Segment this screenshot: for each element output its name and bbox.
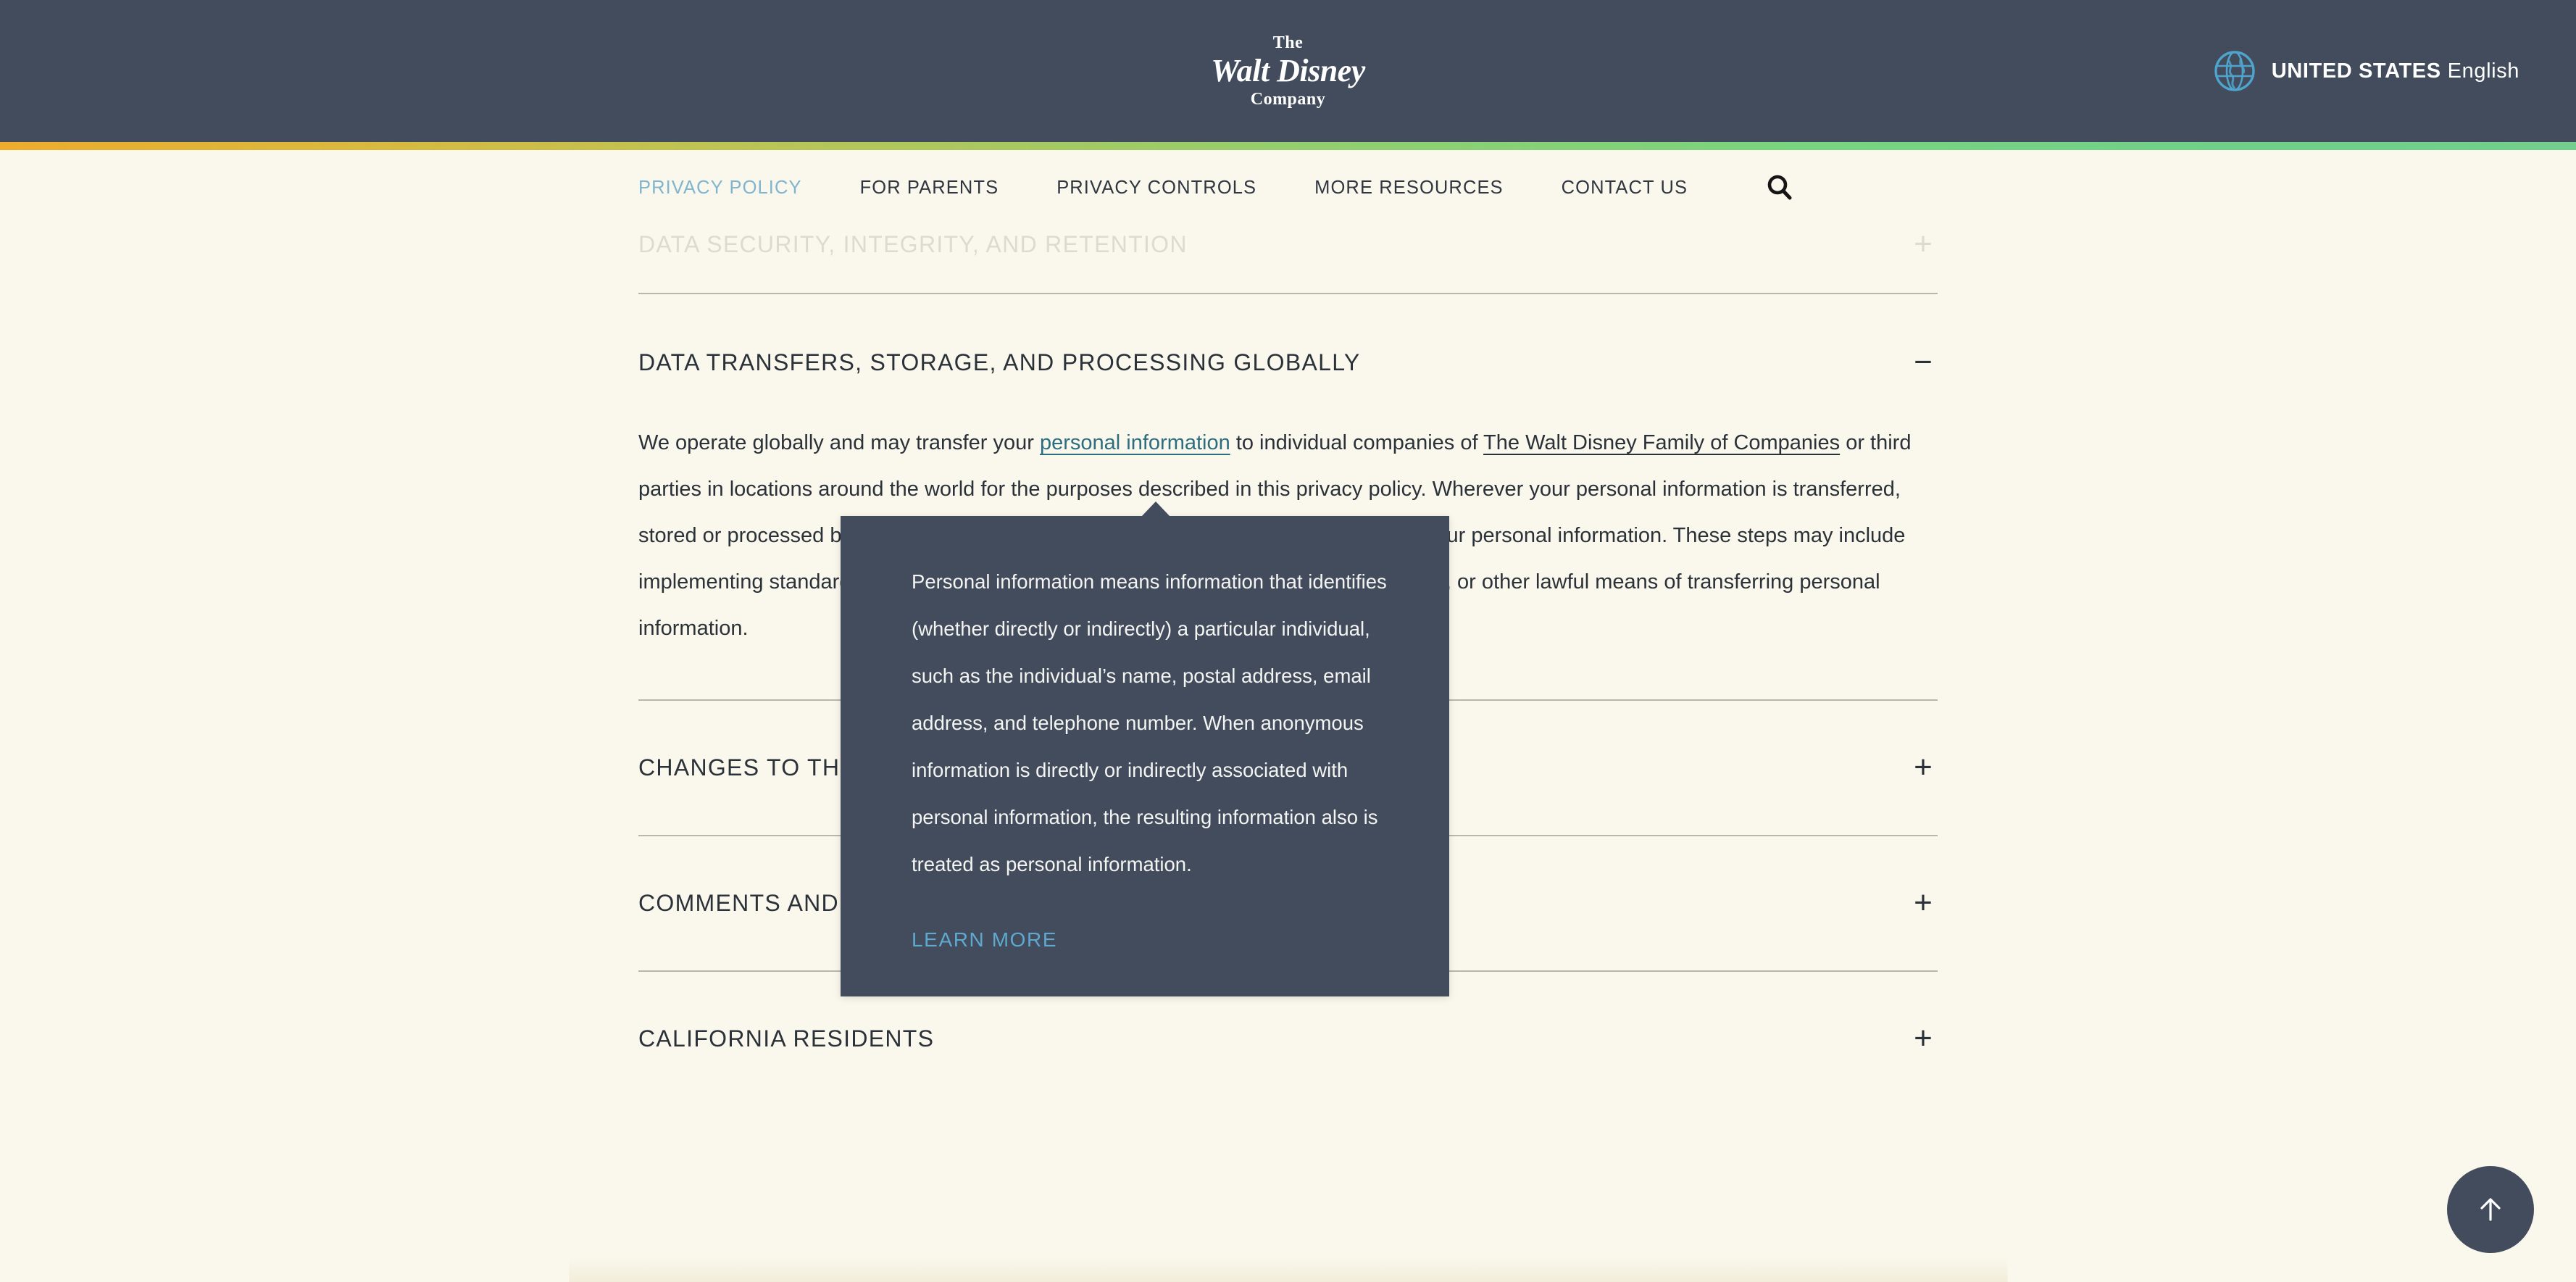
search-icon[interactable] bbox=[1760, 168, 1799, 207]
nav-item-for-parents[interactable]: FOR PARENTS bbox=[860, 178, 999, 199]
brand-line-the: The bbox=[1272, 33, 1304, 53]
scroll-to-top-button[interactable] bbox=[2447, 1166, 2534, 1253]
tooltip-arrow bbox=[1141, 501, 1170, 517]
language-language: English bbox=[2447, 59, 2519, 83]
globe-icon bbox=[2214, 50, 2256, 92]
accent-gradient-bar bbox=[0, 142, 2576, 150]
walt-disney-family-of-companies-link[interactable]: The Walt Disney Family of Companies bbox=[1483, 431, 1840, 454]
page-bottom-shade bbox=[569, 1257, 2007, 1282]
nav-item-more-resources[interactable]: MORE RESOURCES bbox=[1314, 178, 1504, 199]
accordion-expand-icon: + bbox=[1914, 226, 1933, 262]
accordion-title: DATA SECURITY, INTEGRITY, AND RETENTION bbox=[638, 231, 1188, 257]
nav-item-privacy-controls[interactable]: PRIVACY CONTROLS bbox=[1056, 178, 1256, 199]
brand-line-walt-disney: Walt Disney bbox=[1211, 53, 1365, 89]
accordion-title: CALIFORNIA RESIDENTS bbox=[638, 1025, 935, 1052]
personal-information-link[interactable]: personal information bbox=[1040, 431, 1230, 454]
tooltip-learn-more-link[interactable]: LEARN MORE bbox=[912, 928, 1057, 952]
paragraph-text-part2: to individual companies of bbox=[1230, 431, 1484, 454]
primary-nav: PRIVACY POLICY FOR PARENTS PRIVACY CONTR… bbox=[0, 150, 2576, 225]
paragraph-text-part1: We operate globally and may transfer you… bbox=[638, 431, 1040, 454]
nav-item-privacy-policy[interactable]: PRIVACY POLICY bbox=[638, 178, 802, 199]
accordion-collapse-icon: − bbox=[1914, 344, 1933, 380]
accordion-header-data-transfers[interactable]: DATA TRANSFERS, STORAGE, AND PROCESSING … bbox=[638, 294, 1938, 380]
accordion-expand-icon: + bbox=[1914, 749, 1933, 786]
nav-item-contact-us[interactable]: CONTACT US bbox=[1562, 178, 1688, 199]
language-country: UNITED STATES bbox=[2271, 59, 2441, 83]
tooltip-body-text: Personal information means information t… bbox=[912, 570, 1387, 875]
language-selector-label: UNITED STATES English bbox=[2272, 59, 2519, 83]
accordion-expand-icon: + bbox=[1914, 885, 1933, 921]
accordion-title: DATA TRANSFERS, STORAGE, AND PROCESSING … bbox=[638, 349, 1361, 375]
personal-information-tooltip: Personal information means information t… bbox=[841, 501, 1449, 996]
accordion-expand-icon: + bbox=[1914, 1020, 1933, 1057]
brand-line-company: Company bbox=[1250, 89, 1326, 109]
language-selector[interactable]: UNITED STATES English bbox=[2214, 50, 2519, 92]
site-header: The Walt Disney Company UNITED STATES Eng… bbox=[0, 0, 2576, 142]
arrow-up-icon bbox=[2473, 1192, 2508, 1227]
disney-logo[interactable]: The Walt Disney Company bbox=[1211, 33, 1365, 109]
